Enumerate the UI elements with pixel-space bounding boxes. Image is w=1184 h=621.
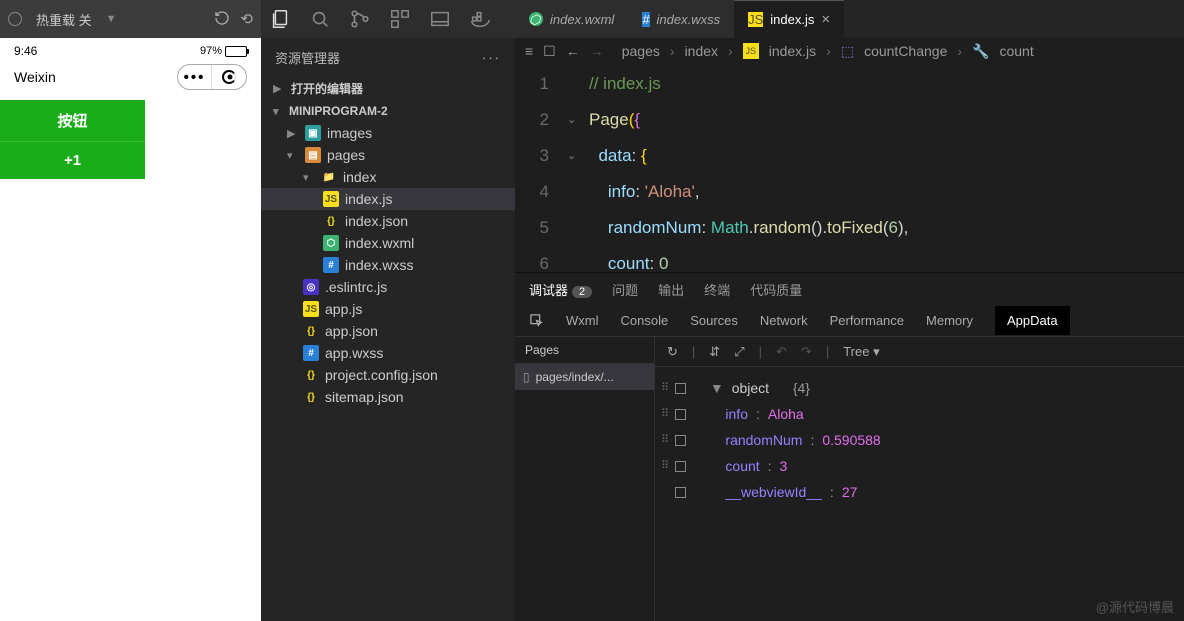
- pages-folder-icon: ▤: [305, 147, 321, 163]
- file-index-wxml[interactable]: ⬡index.wxml: [261, 232, 515, 254]
- bookmark-icon[interactable]: ☐: [543, 43, 556, 60]
- wxss-icon: #: [303, 345, 319, 361]
- refresh-icon[interactable]: [214, 10, 230, 28]
- record-icon[interactable]: [8, 12, 22, 26]
- nav-back-icon[interactable]: ←: [566, 43, 580, 59]
- project-root[interactable]: ▾MINIPROGRAM-2: [261, 100, 515, 122]
- file-index-js[interactable]: JSindex.js: [261, 188, 515, 210]
- search-icon[interactable]: [309, 8, 331, 30]
- hot-reload-label[interactable]: 热重载 关: [36, 10, 92, 29]
- json-icon: {}: [303, 367, 319, 383]
- dt-sources[interactable]: Sources: [690, 313, 738, 328]
- file-sitemap[interactable]: {}sitemap.json: [261, 386, 515, 408]
- appdata-tree[interactable]: ⠿ ▼ object {4} ⠿ info : Aloha ⠿ randomNu…: [655, 367, 1184, 513]
- file-index-json[interactable]: {}index.json: [261, 210, 515, 232]
- code-editor[interactable]: 123456 ⌄⌄ // index.js Page({ data: { inf…: [515, 64, 1184, 272]
- wxml-icon: ⬡: [529, 12, 543, 26]
- file-icon: ▯: [523, 370, 530, 384]
- mode-select[interactable]: Tree ▾: [843, 344, 879, 360]
- tab-wxss[interactable]: #index.wxss: [628, 0, 734, 38]
- undo-icon[interactable]: ↶: [776, 344, 787, 360]
- explorer-title: 资源管理器: [275, 48, 340, 67]
- phone-status-bar: 9:46 97%: [0, 38, 261, 60]
- redo-icon[interactable]: ↷: [801, 344, 812, 360]
- app-title: Weixin: [14, 69, 56, 85]
- pages-header: Pages: [515, 337, 654, 364]
- sim-toolbar: 热重载 关 ▼ ⟲: [0, 0, 261, 38]
- file-app-json[interactable]: {}app.json: [261, 320, 515, 342]
- cube-icon: ⬚: [841, 43, 854, 60]
- json-icon: {}: [323, 213, 339, 229]
- wxss-icon: #: [642, 12, 649, 27]
- wrench-icon: 🔧: [972, 43, 989, 60]
- dt-perf[interactable]: Performance: [830, 313, 904, 328]
- files-icon[interactable]: [269, 8, 291, 30]
- dt-wxml[interactable]: Wxml: [566, 313, 599, 328]
- file-index-wxss[interactable]: #index.wxss: [261, 254, 515, 276]
- inspect-icon[interactable]: [529, 313, 544, 328]
- sim-button[interactable]: 按钮: [0, 100, 145, 142]
- json-icon: {}: [303, 323, 319, 339]
- open-editors-section[interactable]: ▶打开的编辑器: [261, 77, 515, 100]
- nav-fwd-icon[interactable]: →: [590, 43, 604, 59]
- wxml-icon: ⬡: [323, 235, 339, 251]
- mini-program-nav: Weixin •••: [0, 60, 261, 100]
- git-icon[interactable]: [349, 8, 371, 30]
- tab-terminal[interactable]: 终端: [704, 280, 730, 299]
- panel-icon[interactable]: [429, 8, 451, 30]
- js-icon: JS: [303, 301, 319, 317]
- close-icon[interactable]: ×: [821, 11, 830, 28]
- tab-quality[interactable]: 代码质量: [750, 280, 802, 299]
- editor-tabs: ⬡index.wxml #index.wxss JSindex.js×: [515, 0, 1184, 38]
- dt-network[interactable]: Network: [760, 313, 808, 328]
- js-icon: JS: [323, 191, 339, 207]
- file-app-js[interactable]: JSapp.js: [261, 298, 515, 320]
- watermark: @源代码博晨: [1096, 597, 1174, 616]
- capsule[interactable]: •••: [177, 64, 247, 90]
- clock: 9:46: [14, 44, 37, 58]
- docker-icon[interactable]: [469, 8, 491, 30]
- folder-pages[interactable]: ▾▤pages: [261, 144, 515, 166]
- tab-problems[interactable]: 问题: [612, 280, 638, 299]
- expand-icon[interactable]: ⇵: [709, 344, 720, 360]
- devtools-tabs: Wxml Console Sources Network Performance…: [515, 305, 1184, 337]
- collapse-icon[interactable]: ⤢: [734, 344, 744, 360]
- sim-plus-button[interactable]: +1: [0, 142, 145, 179]
- tab-debugger[interactable]: 调试器2: [529, 280, 592, 299]
- more-actions-icon[interactable]: ···: [482, 50, 501, 65]
- tab-js[interactable]: JSindex.js×: [734, 0, 844, 38]
- js-icon: JS: [748, 12, 763, 27]
- close-mp-icon[interactable]: [212, 65, 246, 89]
- tab-output[interactable]: 输出: [658, 280, 684, 299]
- tab-wxml[interactable]: ⬡index.wxml: [515, 0, 628, 38]
- json-icon: {}: [303, 389, 319, 405]
- folder-index[interactable]: ▾📁index: [261, 166, 515, 188]
- file-project-config[interactable]: {}project.config.json: [261, 364, 515, 386]
- folder-icon: 📁: [321, 169, 337, 185]
- js-icon: JS: [743, 43, 759, 59]
- reload-icon[interactable]: ↻: [667, 344, 678, 360]
- panel-tabs: 调试器2 问题 输出 终端 代码质量: [515, 273, 1184, 305]
- image-folder-icon: ▣: [305, 125, 321, 141]
- eslint-icon: ◎: [303, 279, 319, 295]
- wxss-icon: #: [323, 257, 339, 273]
- page-item[interactable]: ▯pages/index/...: [515, 364, 654, 390]
- list-icon[interactable]: ≡: [525, 43, 533, 59]
- folder-images[interactable]: ▶▣images: [261, 122, 515, 144]
- file-eslintrc[interactable]: ◎.eslintrc.js: [261, 276, 515, 298]
- dt-appdata[interactable]: AppData: [995, 306, 1070, 335]
- breadcrumb[interactable]: ≡ ☐ ← → pages› index› JS index.js› ⬚ cou…: [515, 38, 1184, 64]
- back-icon[interactable]: ⟲: [240, 10, 253, 28]
- dt-memory[interactable]: Memory: [926, 313, 973, 328]
- file-app-wxss[interactable]: #app.wxss: [261, 342, 515, 364]
- dt-console[interactable]: Console: [621, 313, 669, 328]
- activity-bar: [261, 0, 515, 38]
- more-icon[interactable]: •••: [178, 65, 212, 89]
- ext-icon[interactable]: [389, 8, 411, 30]
